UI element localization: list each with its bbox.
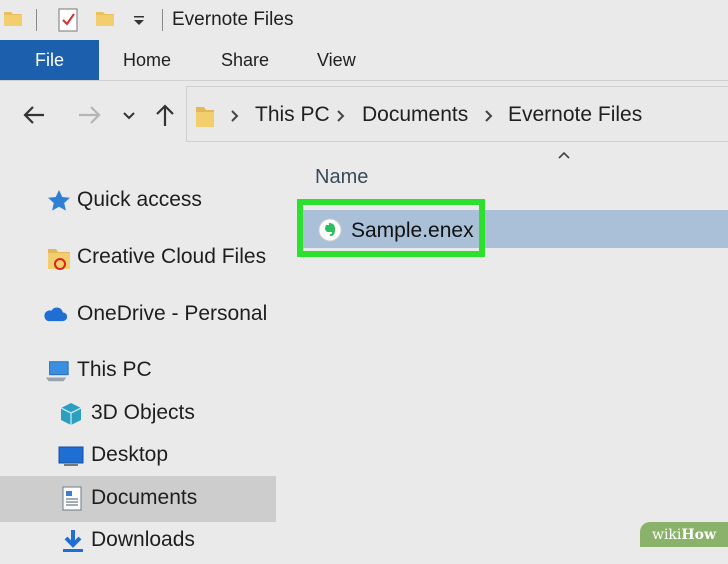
nav-item-desktop[interactable]: Desktop bbox=[0, 433, 276, 479]
watermark-prefix: wiki bbox=[651, 526, 682, 543]
nav-label: Creative Cloud Files bbox=[77, 245, 267, 268]
nav-item-creative-cloud-files[interactable]: Creative Cloud Files bbox=[0, 235, 276, 281]
nav-label: Quick access bbox=[77, 188, 202, 211]
nav-label: This PC bbox=[77, 358, 152, 381]
tab-view[interactable]: View bbox=[317, 40, 356, 80]
column-header-name[interactable]: Name bbox=[315, 166, 368, 189]
back-arrow-icon[interactable] bbox=[20, 100, 50, 130]
toolbar-divider bbox=[162, 9, 163, 31]
new-folder-icon[interactable] bbox=[96, 10, 114, 26]
nav-label: OneDrive - Personal bbox=[77, 302, 268, 325]
tab-home[interactable]: Home bbox=[123, 40, 171, 80]
nav-item-onedrive[interactable]: OneDrive - Personal bbox=[0, 292, 276, 338]
cube-icon bbox=[60, 403, 82, 425]
folder-icon[interactable] bbox=[4, 10, 22, 26]
creative-cloud-folder-icon bbox=[48, 249, 70, 270]
folder-icon bbox=[196, 107, 214, 127]
highlight-box bbox=[297, 199, 485, 257]
documents-icon bbox=[62, 486, 82, 511]
recent-locations-chevron-icon[interactable] bbox=[114, 100, 144, 130]
forward-arrow-icon[interactable] bbox=[74, 100, 104, 130]
nav-label: 3D Objects bbox=[91, 401, 195, 424]
nav-item-downloads[interactable]: Downloads bbox=[0, 518, 276, 564]
properties-icon[interactable] bbox=[58, 8, 78, 32]
nav-label: Documents bbox=[91, 486, 198, 509]
window-title: Evernote Files bbox=[172, 9, 294, 30]
nav-item-this-pc[interactable]: This PC bbox=[0, 348, 276, 394]
cloud-icon bbox=[44, 307, 68, 322]
chevron-right-icon[interactable] bbox=[484, 108, 494, 124]
ribbon-bar bbox=[0, 40, 728, 81]
tab-file[interactable]: File bbox=[0, 40, 99, 80]
download-icon bbox=[63, 530, 83, 552]
customize-toolbar-dropdown-icon[interactable] bbox=[132, 14, 146, 26]
nav-label: Downloads bbox=[91, 528, 195, 551]
chevron-right-icon[interactable] bbox=[336, 108, 346, 124]
sort-ascending-icon bbox=[558, 151, 570, 159]
computer-icon bbox=[45, 361, 69, 382]
breadcrumb-this-pc[interactable]: This PC bbox=[255, 103, 330, 127]
up-arrow-icon[interactable] bbox=[150, 100, 180, 130]
breadcrumb-documents[interactable]: Documents bbox=[362, 103, 468, 127]
breadcrumb-evernote-files[interactable]: Evernote Files bbox=[508, 103, 642, 127]
wikihow-watermark: wiki How bbox=[640, 522, 728, 547]
nav-item-documents[interactable]: Documents bbox=[0, 476, 276, 522]
toolbar-divider bbox=[36, 9, 37, 31]
star-icon bbox=[48, 190, 70, 211]
desktop-icon bbox=[58, 446, 84, 466]
nav-item-quick-access[interactable]: Quick access bbox=[0, 178, 276, 224]
nav-label: Desktop bbox=[91, 443, 169, 466]
watermark-suffix: How bbox=[681, 526, 717, 543]
nav-item-3d-objects[interactable]: 3D Objects bbox=[0, 391, 276, 437]
tab-share[interactable]: Share bbox=[221, 40, 269, 80]
chevron-right-icon[interactable] bbox=[230, 108, 240, 124]
